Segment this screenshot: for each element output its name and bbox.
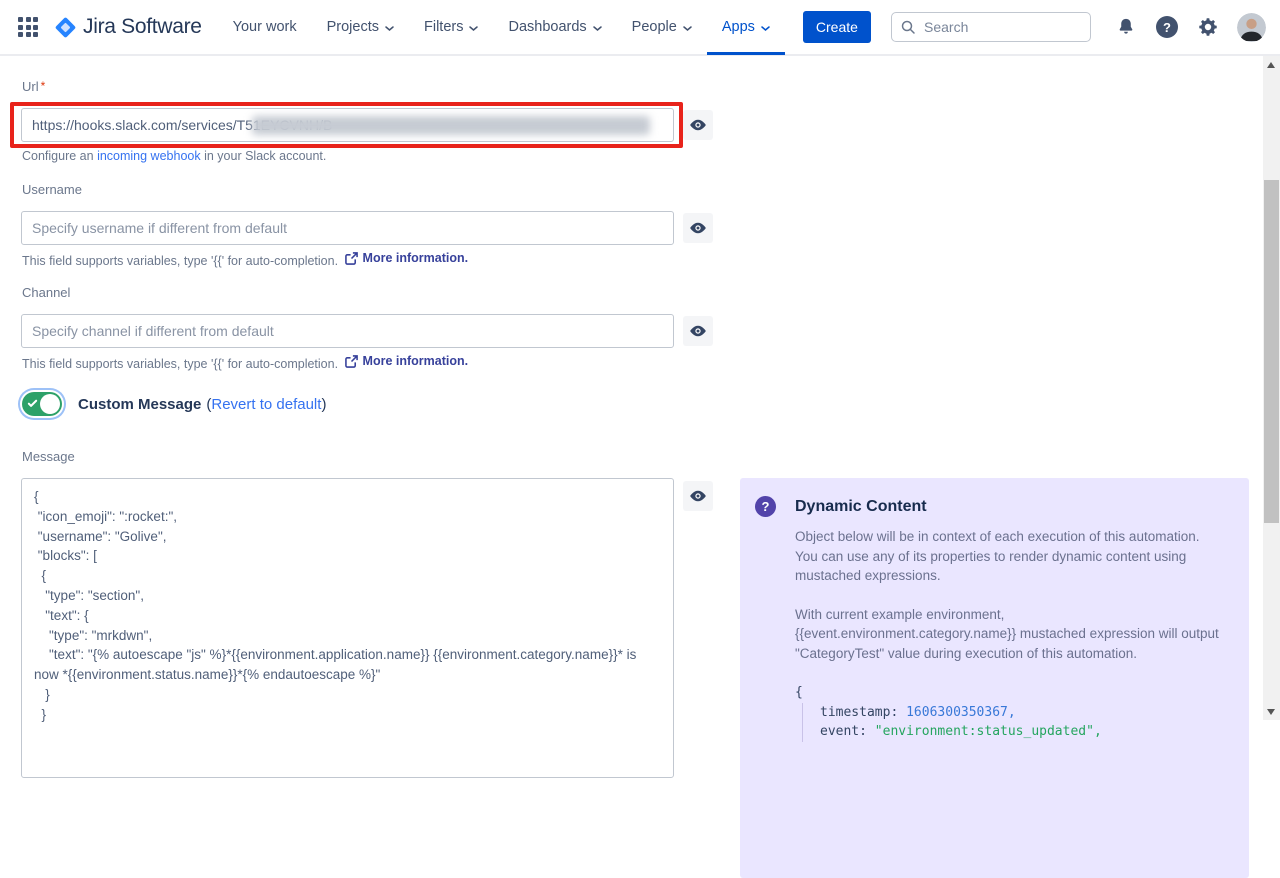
more-information-link[interactable]: More information.	[342, 354, 469, 368]
message-watch-eye-button[interactable]	[683, 481, 713, 511]
revert-wrap: (Revert to default)	[206, 396, 326, 413]
code-line-timestamp: timestamp: 1606300350367,	[820, 703, 1225, 723]
external-link-icon	[345, 355, 358, 368]
app-switcher-icon[interactable]	[18, 17, 38, 37]
user-avatar[interactable]	[1237, 13, 1266, 42]
toggle-knob	[40, 394, 60, 414]
username-input[interactable]	[21, 211, 674, 245]
eye-icon	[689, 322, 707, 340]
channel-label: Channel	[22, 285, 70, 300]
chevron-down-icon	[683, 24, 692, 33]
channel-input[interactable]	[21, 314, 674, 348]
app-name: Jira Software	[83, 15, 202, 39]
code-line-event: event: "environment:status_updated",	[820, 722, 1225, 742]
header-right-group: ?	[891, 12, 1266, 42]
nav-your-work[interactable]: Your work	[218, 0, 312, 55]
username-watch-eye-button[interactable]	[683, 213, 713, 243]
nav-apps[interactable]: Apps	[707, 0, 785, 55]
required-asterisk: *	[41, 79, 46, 93]
url-label: Url*	[22, 79, 45, 94]
panel-paragraph-1: Object below will be in context of each …	[795, 527, 1219, 586]
username-label: Username	[22, 182, 82, 197]
username-variables-help: This field supports variables, type '{{'…	[22, 251, 468, 268]
chevron-down-icon	[469, 24, 478, 33]
message-label: Message	[22, 449, 75, 464]
panel-paragraph-2: With current example environment, {{even…	[795, 605, 1219, 664]
message-textarea[interactable]: { "icon_emoji": ":rocket:", "username": …	[21, 478, 674, 778]
incoming-webhook-link[interactable]: incoming webhook	[97, 149, 201, 163]
channel-variables-help: This field supports variables, type '{{'…	[22, 354, 468, 371]
url-help-text: Configure an incoming webhook in your Sl…	[22, 149, 326, 163]
check-icon	[27, 398, 38, 409]
custom-message-toggle[interactable]	[22, 392, 62, 416]
scrollbar-thumb[interactable]	[1264, 180, 1279, 523]
scroll-up-arrow[interactable]	[1267, 62, 1275, 68]
nav-filters[interactable]: Filters	[409, 0, 493, 55]
revert-to-default-link[interactable]: Revert to default	[211, 396, 321, 413]
custom-message-label: Custom Message	[78, 396, 201, 413]
dynamic-content-panel: ? Dynamic Content Object below will be i…	[740, 478, 1249, 878]
jira-diamond-icon	[55, 16, 76, 37]
panel-title: Dynamic Content	[795, 498, 927, 516]
context-code-block: { timestamp: 1606300350367, event: "envi…	[795, 683, 1225, 742]
url-watch-eye-button[interactable]	[683, 110, 713, 140]
nav-people[interactable]: People	[617, 0, 707, 55]
chevron-down-icon	[593, 24, 602, 33]
more-information-link[interactable]: More information.	[342, 251, 469, 265]
code-open-brace: {	[795, 683, 1225, 703]
top-navigation-bar: Jira Software Your work Projects Filters…	[0, 0, 1280, 56]
notifications-icon[interactable]	[1114, 15, 1138, 39]
eye-icon	[689, 116, 707, 134]
vertical-scrollbar[interactable]	[1263, 56, 1280, 720]
primary-nav: Your work Projects Filters Dashboards Pe…	[218, 0, 785, 55]
external-link-icon	[345, 252, 358, 265]
jira-logo[interactable]: Jira Software	[54, 15, 202, 39]
nav-projects[interactable]: Projects	[312, 0, 409, 55]
chevron-down-icon	[385, 24, 394, 33]
redacted-url-blur	[252, 116, 650, 135]
help-icon[interactable]: ?	[1155, 15, 1179, 39]
settings-gear-icon[interactable]	[1196, 15, 1220, 39]
nav-dashboards[interactable]: Dashboards	[493, 0, 616, 55]
scroll-down-arrow[interactable]	[1267, 709, 1275, 715]
search-icon	[900, 19, 916, 40]
panel-help-icon: ?	[755, 496, 776, 517]
chevron-down-icon	[761, 24, 770, 33]
create-button[interactable]: Create	[803, 11, 871, 43]
eye-icon	[689, 219, 707, 237]
custom-message-row: Custom Message (Revert to default)	[22, 392, 326, 416]
search-input[interactable]	[891, 12, 1091, 42]
eye-icon	[689, 487, 707, 505]
channel-watch-eye-button[interactable]	[683, 316, 713, 346]
